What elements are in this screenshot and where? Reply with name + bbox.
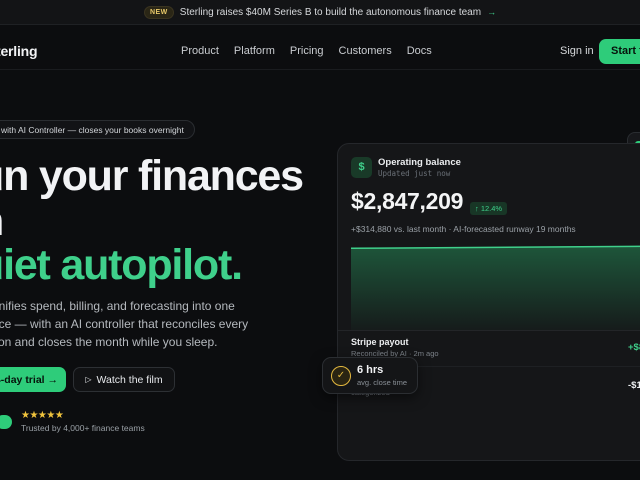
start-trial-button[interactable]: 4-day trial → xyxy=(0,367,66,392)
chart-area xyxy=(351,246,640,330)
announcement-bar[interactable]: NEW Sterling raises $40M Series B to bui… xyxy=(0,0,640,25)
play-icon: ▷ xyxy=(85,375,92,384)
dollar-icon: $ xyxy=(351,157,372,178)
announcement-text[interactable]: Sterling raises $40M Series B to build t… xyxy=(180,7,481,18)
nav-item-docs[interactable]: Docs xyxy=(407,45,432,57)
trusted-by-text: Trusted by 4,000+ finance teams xyxy=(21,423,145,433)
delta-badge: ↑ 12.4% xyxy=(470,202,508,215)
nav-item-customers[interactable]: Customers xyxy=(339,45,392,57)
operating-balance-card: $ Operating balance Updated just now $2,… xyxy=(337,143,640,461)
start-free-button[interactable]: Start fr xyxy=(599,39,640,64)
watch-film-label: Watch the film xyxy=(96,373,163,386)
balance-chart xyxy=(351,245,640,330)
avatar xyxy=(0,415,12,429)
hero-subtext-line-3: tion and closes the month while you slee… xyxy=(0,335,218,349)
nav-menu: Product Platform Pricing Customers Docs xyxy=(181,45,432,57)
top-nav: terling Product Platform Pricing Custome… xyxy=(0,34,640,70)
rating-stars: ★★★★★ xyxy=(21,410,64,421)
transaction-title[interactable]: Stripe payout xyxy=(351,337,409,347)
transaction-amount: -$1 xyxy=(628,380,640,391)
hero-subtext-line-2: ace — with an AI controller that reconci… xyxy=(0,317,249,331)
logo[interactable]: terling xyxy=(0,43,38,59)
sign-in-link[interactable]: Sign in xyxy=(560,45,594,57)
updated-text: Updated just now xyxy=(378,169,451,178)
balance-value: $2,847,209 xyxy=(351,188,464,214)
toast-value: 6 hrs xyxy=(357,364,384,376)
toast-label: avg. close time xyxy=(357,378,408,387)
watch-film-button[interactable]: ▷ Watch the film xyxy=(73,367,175,392)
divider xyxy=(338,330,640,331)
transaction-amount: +$8 xyxy=(628,342,640,353)
card-title: Operating balance xyxy=(378,157,461,168)
nav-item-pricing[interactable]: Pricing xyxy=(290,45,324,57)
nav-item-platform[interactable]: Platform xyxy=(234,45,275,57)
nav-item-product[interactable]: Product xyxy=(181,45,219,57)
headline-line-2: n xyxy=(0,200,4,243)
headline-line-3: uiet autopilot. xyxy=(0,241,243,289)
balance-meta: +$314,880 vs. last month · AI-forecasted… xyxy=(351,224,576,234)
hero-subtext-line-1: unifies spend, billing, and forecasting … xyxy=(0,299,235,313)
arrow-right-icon: → xyxy=(487,7,497,17)
headline-line-1: un your finances xyxy=(0,152,304,200)
close-time-toast: ✓ 6 hrs avg. close time xyxy=(322,357,418,394)
new-badge: NEW xyxy=(143,5,174,19)
announcement-pill[interactable]: with AI Controller — closes your books o… xyxy=(0,120,195,139)
check-icon: ✓ xyxy=(331,366,351,386)
